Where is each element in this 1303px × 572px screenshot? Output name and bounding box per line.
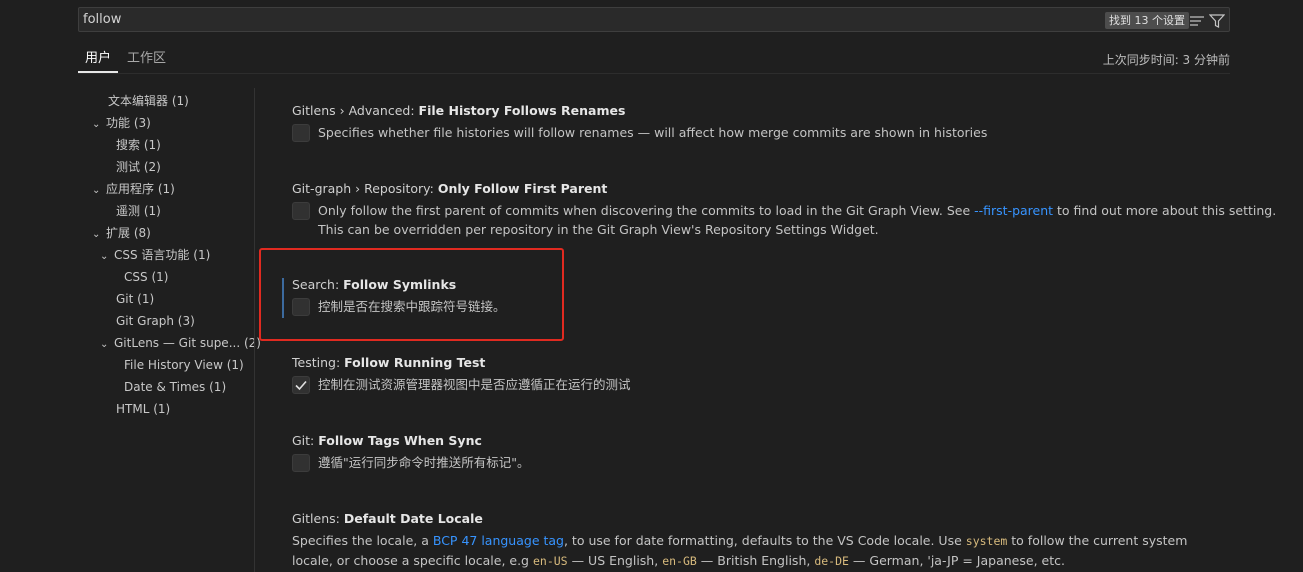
toc-item[interactable]: ⌄ 功能 (3) (92, 112, 151, 134)
chevron-down-icon: ⌄ (100, 251, 109, 262)
chevron-down-icon: ⌄ (92, 229, 101, 240)
setting-title: Git-graph › Repository: Only Follow Firs… (292, 181, 608, 196)
setting-title: Testing: Follow Running Test (292, 355, 486, 370)
toc-item[interactable]: ⌄ CSS 语言功能 (1) (100, 244, 210, 266)
setting-item: Git: Follow Tags When Sync 遵循"运行同步命令时推送所… (282, 433, 1222, 483)
result-count-badge: 找到 13 个设置 (1105, 12, 1189, 29)
setting-checkbox[interactable] (292, 202, 310, 220)
settings-search-input[interactable] (79, 8, 1089, 31)
setting-description: 遵循"运行同步命令时推送所有标记"。 (318, 455, 530, 470)
toc-item[interactable]: CSS (1) (124, 266, 168, 288)
toc-item[interactable]: 测试 (2) (116, 156, 161, 178)
toc-item[interactable]: ⌄ 扩展 (8) (92, 222, 151, 244)
chevron-down-icon: ⌄ (92, 119, 101, 130)
toc-item[interactable]: Git Graph (3) (116, 310, 195, 332)
setting-item: Git-graph › Repository: Only Follow Firs… (282, 181, 1276, 251)
filter-icon[interactable] (1208, 13, 1226, 28)
setting-item: Gitlens: Default Date Locale Specifies t… (282, 511, 1222, 572)
search-bar: 找到 13 个设置 (78, 7, 1230, 32)
setting-description: 控制在测试资源管理器视图中是否应遵循正在运行的测试 (318, 377, 631, 392)
checkmark-icon (295, 380, 307, 391)
toc-item[interactable]: ⌄ 应用程序 (1) (92, 178, 175, 200)
first-parent-link[interactable]: --first-parent (974, 203, 1053, 218)
bcp47-link[interactable]: BCP 47 language tag (433, 533, 564, 548)
toc-divider (254, 88, 255, 572)
setting-description: Specifies the locale, a BCP 47 language … (292, 533, 1188, 568)
sync-status: 上次同步时间: 3 分钟前 (1102, 53, 1230, 67)
toc-item[interactable]: HTML (1) (116, 398, 170, 420)
toc-item[interactable]: Date & Times (1) (124, 376, 226, 398)
toc-item[interactable]: Git (1) (116, 288, 154, 310)
setting-item: Gitlens › Advanced: File History Follows… (282, 103, 1222, 163)
setting-checkbox[interactable] (292, 454, 310, 472)
setting-checkbox-checked[interactable] (292, 376, 310, 394)
toc-item[interactable]: 搜索 (1) (116, 134, 161, 156)
tab-workspace[interactable]: 工作区 (127, 50, 166, 75)
clear-filter-icon[interactable] (1189, 13, 1205, 27)
setting-description-line2: This can be overridden per repository in… (318, 222, 879, 237)
setting-description: Only follow the first parent of commits … (318, 203, 1277, 218)
chevron-down-icon: ⌄ (100, 339, 109, 350)
toc-item[interactable]: 文本编辑器 (1) (108, 90, 189, 112)
toc-item[interactable]: File History View (1) (124, 354, 244, 376)
annotation-highlight-box (259, 248, 564, 341)
toc-item[interactable]: 遥测 (1) (116, 200, 161, 222)
setting-item: Testing: Follow Running Test 控制在测试资源管理器视… (282, 355, 1222, 405)
setting-title: Gitlens › Advanced: File History Follows… (292, 103, 626, 118)
toc-item[interactable]: ⌄ GitLens — Git supe... (2) (100, 332, 261, 354)
chevron-down-icon: ⌄ (92, 185, 101, 196)
tabs-divider (78, 73, 1230, 74)
setting-checkbox[interactable] (292, 124, 310, 142)
setting-title: Gitlens: Default Date Locale (292, 511, 483, 526)
setting-description: Specifies whether file histories will fo… (318, 125, 988, 140)
setting-title: Git: Follow Tags When Sync (292, 433, 482, 448)
